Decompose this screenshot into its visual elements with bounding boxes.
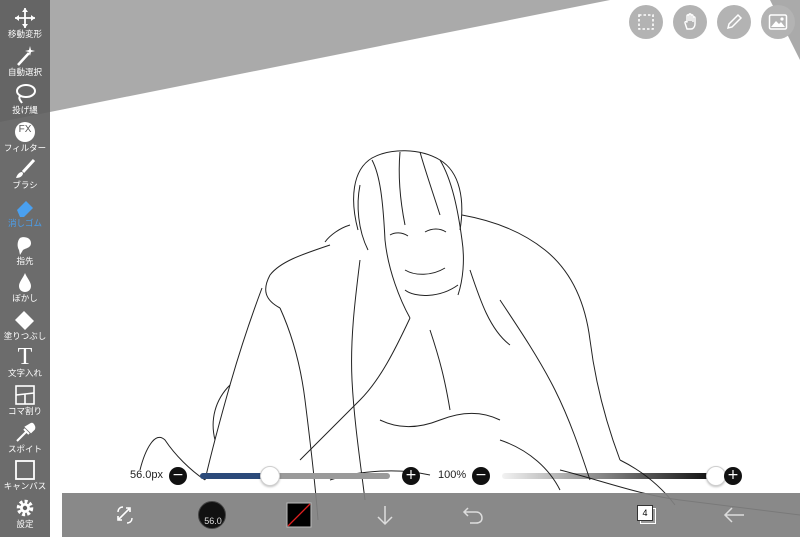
finger-smudge-icon: [17, 237, 31, 255]
pen-button[interactable]: [717, 5, 751, 39]
tool-filter[interactable]: FX フィルター: [0, 120, 50, 157]
undo-icon: [462, 507, 483, 524]
tool-move[interactable]: 移動変形: [0, 6, 50, 43]
selection-button[interactable]: [629, 5, 663, 39]
tool-label: ブラシ: [12, 181, 38, 191]
canvas-icon: [15, 460, 35, 480]
size-value: 56.0px: [130, 469, 164, 481]
tool-label: 設定: [16, 520, 34, 530]
size-slider-thumb[interactable]: [260, 466, 281, 486]
tool-label: コマ割り: [7, 407, 42, 417]
tool-label: キャンバス: [3, 482, 47, 492]
tool-eraser[interactable]: 消しゴム: [0, 195, 50, 232]
tool-lasso[interactable]: 投げ縄: [0, 82, 50, 119]
tool-finger[interactable]: 指先: [0, 233, 50, 270]
text-icon: T: [17, 344, 33, 370]
tool-label: ぼかし: [12, 294, 38, 304]
move-icon: [15, 8, 35, 28]
brush-size-preview: 56.0: [198, 501, 226, 529]
blur-drop-icon: [19, 273, 31, 292]
brush-icon: [16, 158, 36, 178]
bottom-bar: 56.0 4: [62, 493, 800, 537]
eraser-icon: [17, 201, 33, 217]
layers-icon: 4: [637, 505, 657, 525]
settings-gear-icon: [16, 499, 34, 517]
layers-button[interactable]: 4: [634, 493, 660, 537]
lasso-icon: [16, 84, 36, 104]
brush-size-button[interactable]: 56.0: [196, 493, 228, 537]
tool-label: 投げ縄: [12, 106, 38, 116]
tool-eyedropper[interactable]: スポイト: [0, 421, 50, 458]
tool-frame-divider[interactable]: コマ割り: [0, 383, 50, 420]
tool-label: スポイト: [7, 445, 42, 455]
size-slider-track[interactable]: [200, 473, 390, 479]
tool-label: 塗りつぶし: [3, 332, 47, 342]
transform-button[interactable]: [110, 493, 140, 537]
tool-settings[interactable]: 設定: [0, 496, 50, 533]
image-icon: [768, 14, 788, 30]
tool-canvas[interactable]: キャンバス: [0, 458, 50, 495]
brush-sliders: 56.0px − + 100% − +: [120, 462, 750, 490]
selection-icon: [638, 14, 654, 30]
bucket-fill-icon: [15, 311, 34, 330]
opacity-value: 100%: [438, 469, 467, 481]
size-decrease-button[interactable]: −: [169, 467, 187, 485]
tool-label: フィルター: [3, 144, 47, 154]
color-button[interactable]: [284, 493, 314, 537]
back-button[interactable]: [720, 493, 748, 537]
magic-wand-icon: [17, 46, 35, 66]
import-down-button[interactable]: [372, 493, 398, 537]
frame-divider-icon: [15, 385, 35, 405]
opacity-increase-button[interactable]: +: [724, 467, 742, 485]
layer-count: 4: [637, 505, 653, 521]
arrow-down-icon: [377, 506, 393, 526]
rotate-arrows-icon: [117, 506, 133, 524]
opacity-slider-track[interactable]: [502, 473, 710, 479]
tool-fill[interactable]: 塗りつぶし: [0, 308, 50, 345]
pen-icon: [726, 13, 743, 30]
opacity-decrease-button[interactable]: −: [472, 467, 490, 485]
tool-blur[interactable]: ぼかし: [0, 270, 50, 307]
tool-text[interactable]: T 文字入れ: [0, 345, 50, 382]
fx-badge: FX: [18, 124, 32, 135]
tool-label: 移動変形: [7, 30, 42, 40]
tool-brush[interactable]: ブラシ: [0, 157, 50, 194]
left-toolbar: 移動変形 自動選択 投げ縄 FX フィルター ブラシ 消しゴム 指先 ぼかし 塗…: [0, 0, 50, 537]
tool-label: 消しゴム: [7, 219, 42, 229]
brush-size-text: 56.0: [204, 516, 222, 526]
image-button[interactable]: [761, 5, 795, 39]
tool-label: 指先: [16, 257, 34, 267]
hand-button[interactable]: [673, 5, 707, 39]
undo-button[interactable]: [460, 493, 486, 537]
arrow-left-icon: [723, 507, 744, 523]
eyedropper-icon: [16, 422, 36, 442]
tool-label: 文字入れ: [7, 369, 42, 379]
color-swatch-icon: [286, 502, 312, 528]
tool-label: 自動選択: [7, 68, 42, 78]
size-increase-button[interactable]: +: [402, 467, 420, 485]
tool-magic-wand[interactable]: 自動選択: [0, 44, 50, 81]
opacity-slider-thumb[interactable]: [706, 466, 726, 486]
hand-icon: [684, 13, 696, 30]
drawing-canvas[interactable]: [0, 0, 800, 537]
canvas-artwork: [0, 0, 800, 521]
